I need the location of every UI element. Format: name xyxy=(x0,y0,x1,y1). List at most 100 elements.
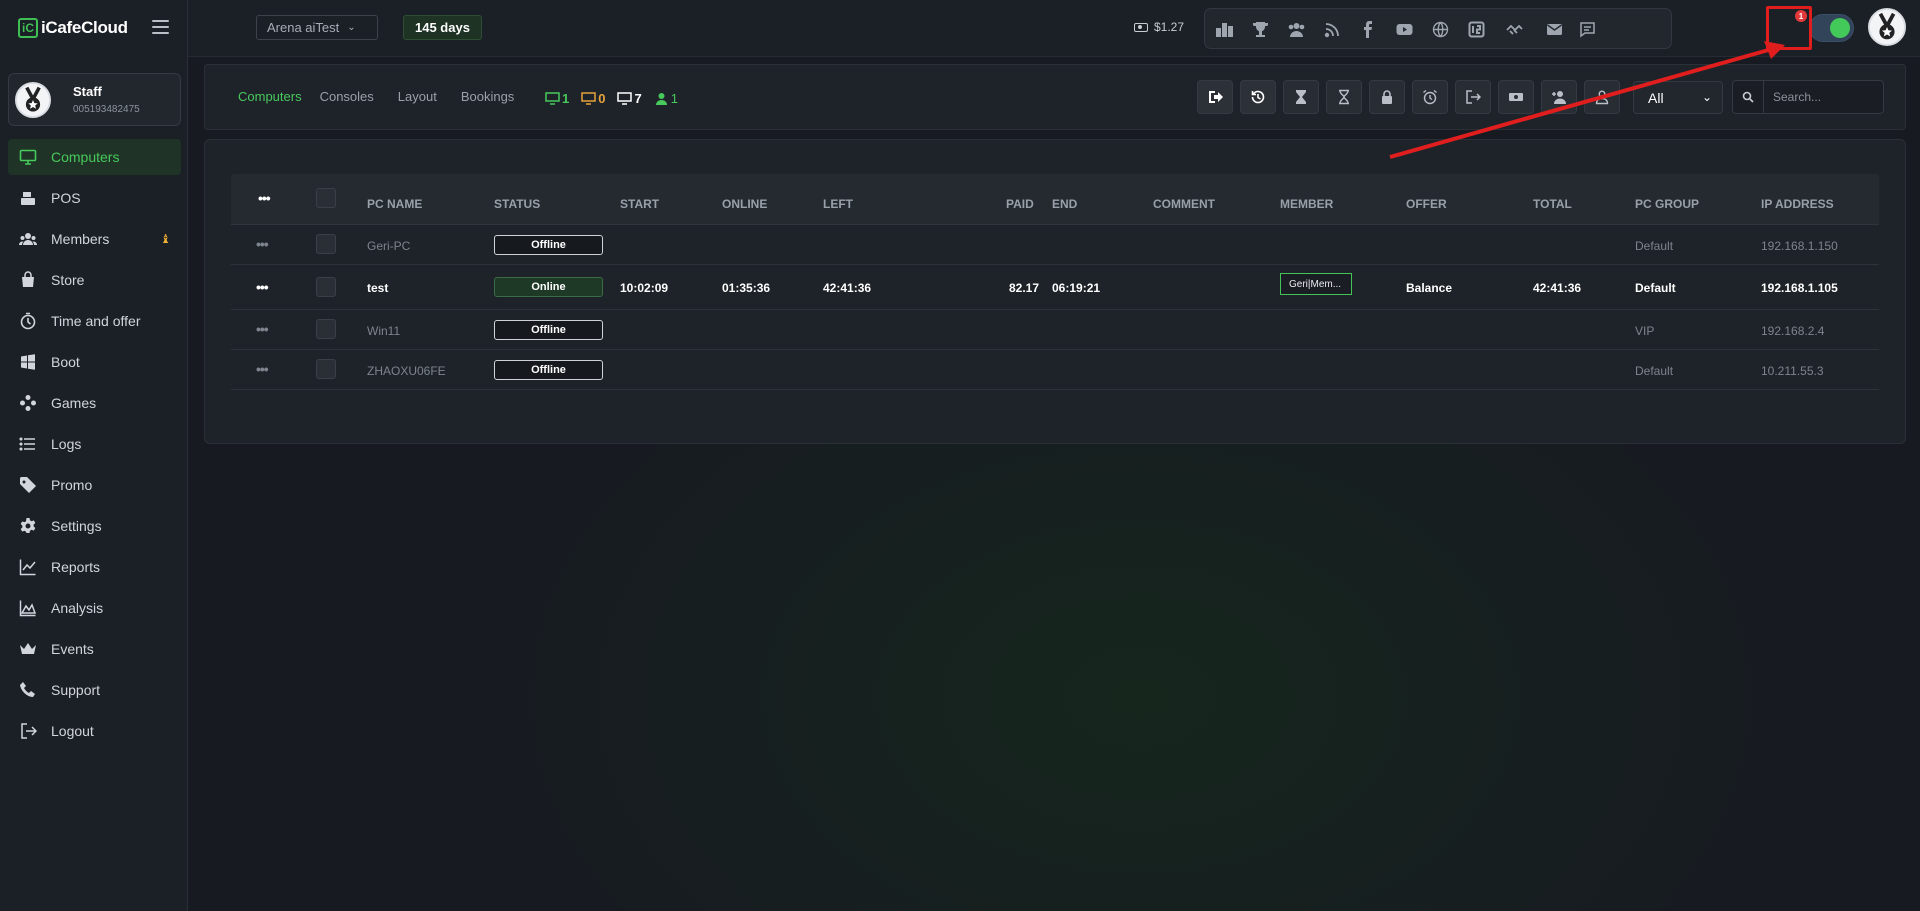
sidebar-item-boot[interactable]: Boot xyxy=(8,344,181,380)
members-count[interactable]: 1 xyxy=(654,91,678,106)
facebook-icon[interactable] xyxy=(1359,20,1377,38)
view-tabs: Computers Consoles Layout Bookings xyxy=(238,89,514,104)
user-avatar[interactable] xyxy=(1868,8,1906,46)
col-left[interactable]: LEFT xyxy=(823,197,853,211)
row-checkbox[interactable] xyxy=(316,277,336,297)
table-row[interactable]: ••• test Online 10:02:09 01:35:36 42:41:… xyxy=(231,265,1879,310)
trophy-icon[interactable] xyxy=(1251,20,1269,38)
pc-group: Default xyxy=(1635,364,1674,378)
row-checkbox[interactable] xyxy=(316,234,336,254)
staff-name: Staff xyxy=(73,84,102,99)
warning-count-value: 0 xyxy=(598,91,606,106)
sidebar-item-computers[interactable]: Computers xyxy=(8,139,181,175)
row-actions-icon[interactable]: ••• xyxy=(256,321,269,337)
row-checkbox[interactable] xyxy=(316,359,336,379)
sidebar-item-games[interactable]: Games xyxy=(8,385,181,421)
col-ip-address[interactable]: IP ADDRESS xyxy=(1761,197,1834,211)
time-button[interactable] xyxy=(1326,80,1362,114)
windows-icon xyxy=(19,353,37,371)
sidebar-item-support[interactable]: Support xyxy=(8,672,181,708)
sidebar-item-events[interactable]: Events xyxy=(8,631,181,667)
table-row[interactable]: ••• Geri-PC Offline Default 192.168.1.15… xyxy=(231,225,1879,265)
sidebar-item-logout[interactable]: Logout xyxy=(8,713,181,749)
cash-register-icon xyxy=(19,189,37,207)
table-row[interactable]: ••• Win11 Offline VIP 192.168.2.4 xyxy=(231,310,1879,350)
start-time: 10:02:09 xyxy=(620,281,669,295)
col-paid[interactable]: PAID xyxy=(1006,197,1034,211)
end-time: 06:19:21 xyxy=(1052,281,1101,295)
col-total[interactable]: TOTAL xyxy=(1533,197,1572,211)
tab-consoles[interactable]: Consoles xyxy=(320,89,374,104)
sidebar-item-analysis[interactable]: Analysis xyxy=(8,590,181,626)
app-logo[interactable]: iC iCafeCloud xyxy=(18,18,128,38)
sidebar-item-promo[interactable]: Promo xyxy=(8,467,181,503)
checkout-button[interactable] xyxy=(1197,80,1233,114)
warning-count[interactable]: 0 xyxy=(581,91,605,106)
sidebar-item-members[interactable]: Members ♝ xyxy=(8,221,181,257)
warning-monitor-icon xyxy=(581,92,596,105)
sidebar-item-settings[interactable]: Settings xyxy=(8,508,181,544)
staff-card[interactable]: Staff 005193482475 xyxy=(8,73,181,126)
pc-name: test xyxy=(367,281,389,295)
row-actions-icon[interactable]: ••• xyxy=(256,236,269,252)
sidebar-item-label: Boot xyxy=(51,354,80,370)
paid-amount: 82.17 xyxy=(1009,281,1040,295)
sidebar-item-reports[interactable]: Reports xyxy=(8,549,181,585)
tab-computers[interactable]: Computers xyxy=(238,89,302,104)
sidebar-item-logs[interactable]: Logs xyxy=(8,426,181,462)
sidebar-item-label: Members xyxy=(51,231,110,247)
history-button[interactable] xyxy=(1240,80,1276,114)
community-icon[interactable] xyxy=(1287,20,1305,38)
table-row[interactable]: ••• ZHAOXU06FE Offline Default 10.211.55… xyxy=(231,350,1879,390)
status-toggle[interactable] xyxy=(1809,14,1854,42)
online-monitor-icon xyxy=(545,92,560,105)
select-all-checkbox[interactable] xyxy=(316,188,336,208)
menu-toggle-icon[interactable] xyxy=(152,20,169,34)
sidebar-item-label: Settings xyxy=(51,518,102,534)
sidebar-item-label: Reports xyxy=(51,559,101,575)
phone-icon xyxy=(19,681,37,699)
col-online[interactable]: ONLINE xyxy=(722,197,767,211)
sidebar-item-time-and-offer[interactable]: Time and offer xyxy=(8,303,181,339)
balance-display[interactable]: $1.27 xyxy=(1134,20,1184,34)
sidebar-item-store[interactable]: Store xyxy=(8,262,181,298)
col-member[interactable]: MEMBER xyxy=(1280,197,1333,211)
time-left: 42:41:36 xyxy=(823,281,872,295)
offline-count[interactable]: 7 xyxy=(617,91,642,106)
member-field[interactable]: Geri|Mem... xyxy=(1280,273,1352,295)
monitor-icon xyxy=(19,148,37,166)
rss-icon[interactable] xyxy=(1323,20,1341,38)
ranking-icon[interactable] xyxy=(1215,20,1233,38)
row-actions-icon[interactable]: ••• xyxy=(256,279,269,295)
online-count[interactable]: 1 xyxy=(545,91,569,106)
users-icon xyxy=(19,230,37,248)
sidebar-item-label: Support xyxy=(51,682,101,698)
pc-group: Default xyxy=(1635,281,1676,295)
add-time-button[interactable] xyxy=(1283,80,1319,114)
annotation-arrow xyxy=(1389,41,1785,159)
sidebar-item-pos[interactable]: POS xyxy=(8,180,181,216)
status-badge: Offline xyxy=(494,360,603,380)
col-pc-group[interactable]: PC GROUP xyxy=(1635,197,1699,211)
col-start[interactable]: START xyxy=(620,197,659,211)
row-actions-icon[interactable]: ••• xyxy=(256,361,269,377)
col-comment[interactable]: COMMENT xyxy=(1153,197,1215,211)
arena-select[interactable]: Arena aiTest ⌄ xyxy=(256,15,378,40)
bulk-actions-menu-icon[interactable]: ••• xyxy=(258,190,271,206)
status-badge: Offline xyxy=(494,235,603,255)
col-status[interactable]: STATUS xyxy=(494,197,540,211)
row-checkbox[interactable] xyxy=(316,319,336,339)
sidebar-nav: Computers POS Members ♝ Store Time and o… xyxy=(8,139,181,754)
col-end[interactable]: END xyxy=(1052,197,1077,211)
sidebar-item-label: Logs xyxy=(51,436,82,452)
pc-group: Default xyxy=(1635,239,1674,253)
sidebar-item-label: Computers xyxy=(51,149,120,165)
col-pc-name[interactable]: PC NAME xyxy=(367,197,422,211)
ip-address: 192.168.1.105 xyxy=(1761,281,1838,295)
stopwatch-icon xyxy=(19,312,37,330)
tab-layout[interactable]: Layout xyxy=(398,89,437,104)
offline-monitor-icon xyxy=(617,92,633,105)
col-offer[interactable]: OFFER xyxy=(1406,197,1447,211)
computers-table-panel: ••• PC NAME STATUS START ONLINE LEFT PAI… xyxy=(204,139,1906,444)
tab-bookings[interactable]: Bookings xyxy=(461,89,514,104)
